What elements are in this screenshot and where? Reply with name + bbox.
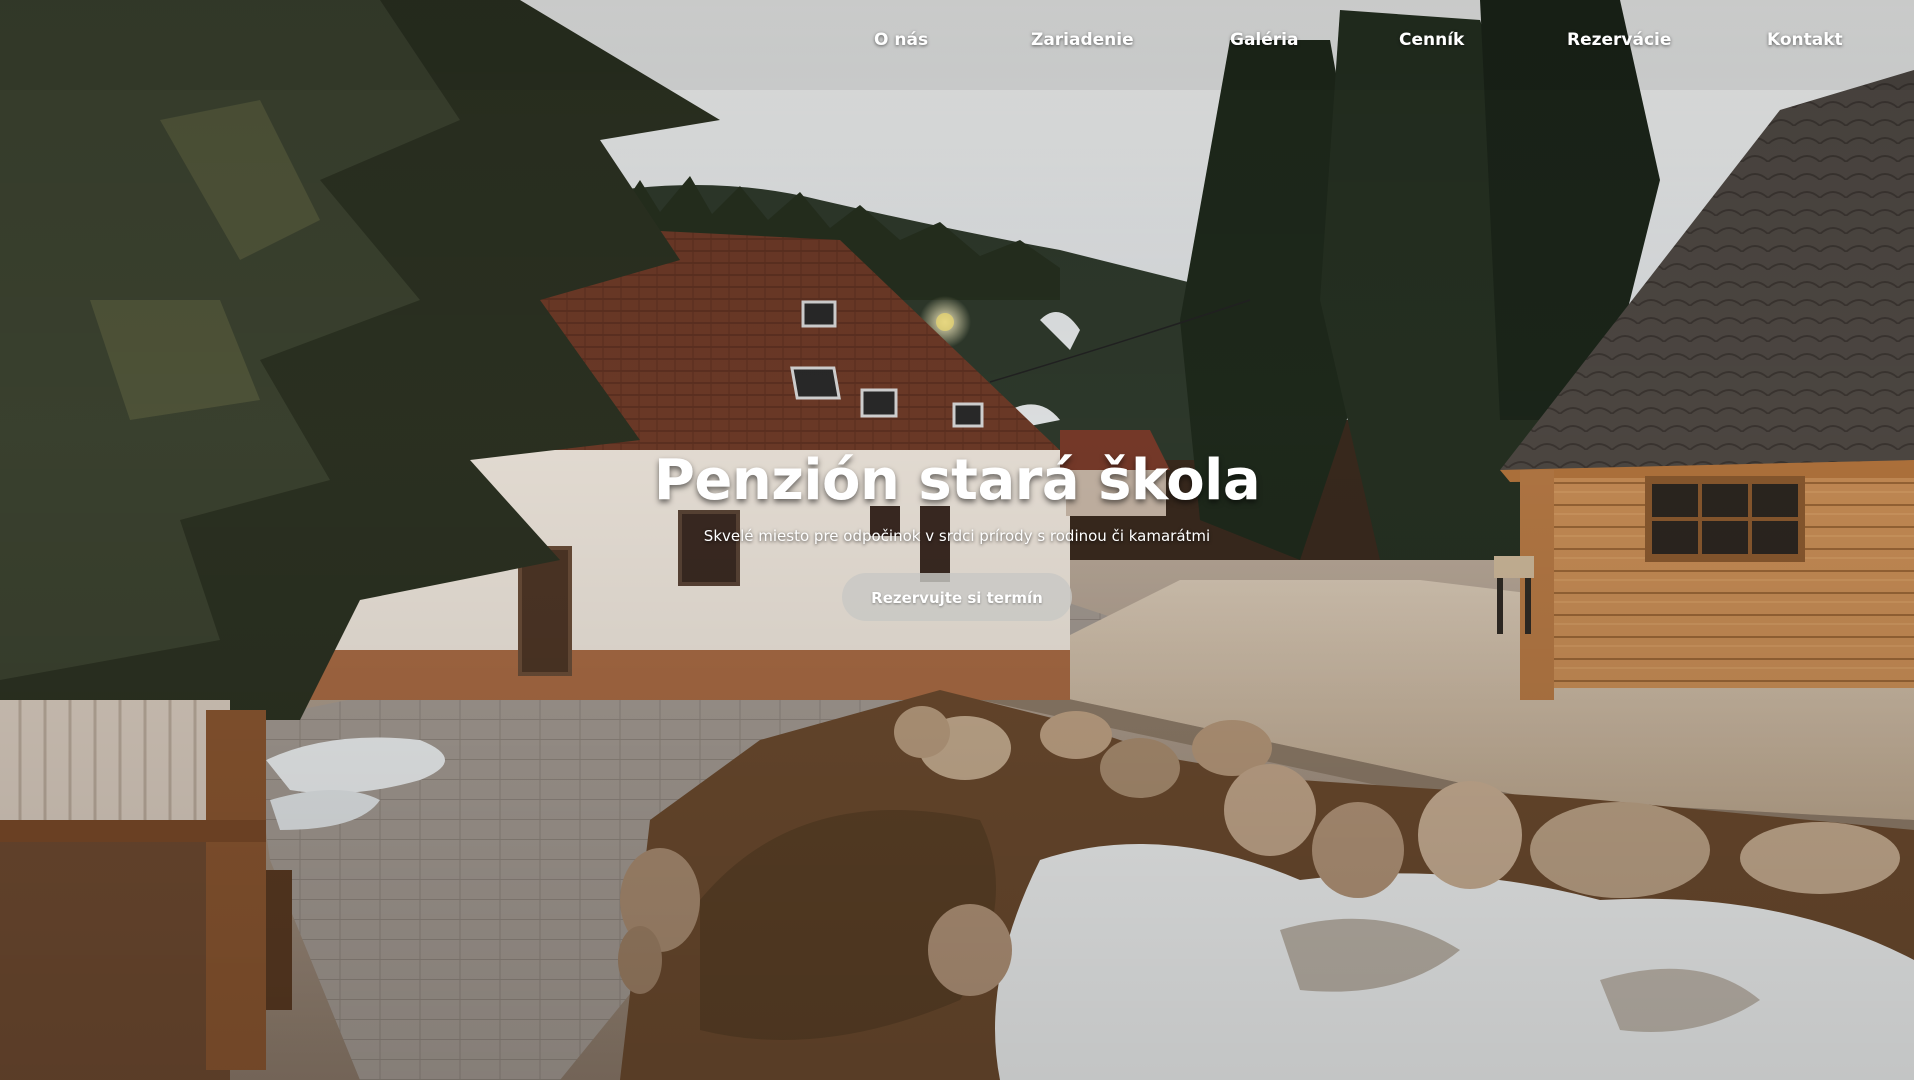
nav-item-cennik[interactable]: Cenník [1399, 30, 1464, 50]
reserve-button[interactable]: Rezervujte si termín [842, 573, 1072, 621]
nav-item-o-nas[interactable]: O nás [874, 30, 928, 50]
hero-section: O nás Zariadenie Galéria Cenník Rezervác… [0, 0, 1914, 1080]
hero-subtitle: Skvelé miesto pre odpočinok v srdci prír… [703, 527, 1211, 545]
nav-item-galeria[interactable]: Galéria [1230, 30, 1298, 50]
nav-item-zariadenie[interactable]: Zariadenie [1031, 30, 1134, 50]
nav-item-kontakt[interactable]: Kontakt [1767, 30, 1843, 50]
top-navigation: O nás Zariadenie Galéria Cenník Rezervác… [0, 0, 1914, 84]
nav-item-rezervacie[interactable]: Rezervácie [1567, 30, 1671, 50]
hero-content: Penzión stará škola Skvelé miesto pre od… [0, 448, 1914, 621]
hero-title: Penzión stará škola [653, 448, 1261, 513]
